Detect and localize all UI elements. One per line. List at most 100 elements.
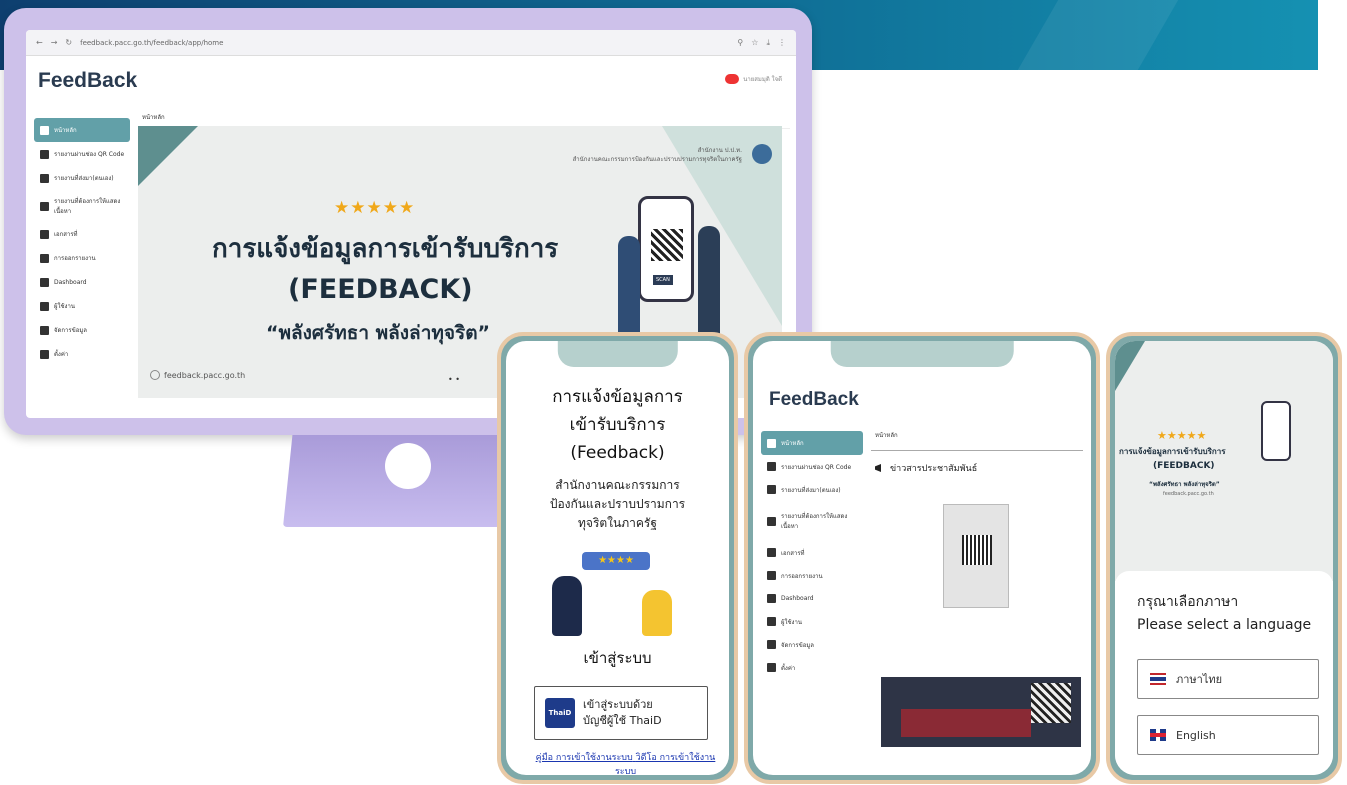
mini-hero-slogan: “พลังศรัทธา พลังล่าทุจริต” <box>1149 481 1220 488</box>
thaid-login-button[interactable]: ThaiD เข้าสู่ระบบด้วย บัญชีผู้ใช้ ThaiD <box>534 686 708 740</box>
main-content: หน้าหลัก ข่าวสารประชาสัมพันธ์ <box>871 427 1083 775</box>
phone-screen: การแจ้งข้อมูลการ เข้ารับบริการ (Feedback… <box>506 341 729 775</box>
sidebar: หน้าหลัก รายงานผ่านช่อง QR Code รายงานที… <box>34 118 130 366</box>
phone-screen: FeedBack หน้าหลัก รายงานผ่านช่อง QR Code… <box>753 341 1091 775</box>
zoom-icon[interactable]: ⚲ <box>737 38 743 47</box>
sidebar-item-label: หน้าหลัก <box>781 440 804 447</box>
notification-badge-icon[interactable] <box>725 74 740 84</box>
qr-icon <box>40 173 49 183</box>
sidebar-item-display-reports[interactable]: รายงานที่ต้องการให้แสดงเนื้อหา <box>761 501 863 541</box>
mini-hero-title: การแจ้งข้อมูลการเข้ารับบริการ <box>1119 447 1226 456</box>
sidebar-item-label: รายงานผ่านช่อง QR Code <box>781 463 852 471</box>
sidebar-item-label: รายงานที่ส่งมา(ตนเอง) <box>54 175 114 182</box>
monitor-logo-dot <box>385 443 431 489</box>
news-banner[interactable] <box>881 677 1081 747</box>
gear-icon <box>40 349 49 359</box>
english-language-button[interactable]: English <box>1137 715 1319 755</box>
thai-language-button[interactable]: ภาษาไทย <box>1137 659 1319 699</box>
sidebar-item-settings[interactable]: ตั้งค่า <box>34 342 130 366</box>
sidebar-item-data-management[interactable]: จัดการข้อมูล <box>761 633 863 656</box>
menu-kebab-icon[interactable]: ⋮ <box>778 38 786 47</box>
sidebar-item-label: Dashboard <box>54 278 87 286</box>
qr-icon <box>767 516 776 526</box>
dashboard-icon <box>767 594 776 603</box>
thaid-line: เข้าสู่ระบบด้วย <box>583 698 653 711</box>
hero-slogan: “พลังศรัทธา พลังล่าทุจริต” <box>266 322 491 344</box>
back-icon[interactable]: ← <box>36 38 43 47</box>
sidebar-item-label: รายงานที่ต้องการให้แสดงเนื้อหา <box>54 198 121 215</box>
bookmark-star-icon[interactable]: ☆ <box>751 38 758 47</box>
site-url: feedback.pacc.go.th <box>164 370 246 380</box>
app-logo[interactable]: FeedBack <box>38 69 137 93</box>
language-label: English <box>1176 728 1216 742</box>
sidebar-item-display-reports[interactable]: รายงานที่ต้องการให้แสดงเนื้อหา <box>34 190 130 222</box>
home-icon <box>40 125 49 135</box>
user-menu[interactable]: นายสมมุติ ใจดี <box>725 74 782 84</box>
hero-title: การแจ้งข้อมูลการเข้ารับบริการ <box>212 234 559 264</box>
sidebar-item-label: การออกรายงาน <box>781 572 823 580</box>
sidebar-item-my-reports[interactable]: รายงานที่ส่งมา(ตนเอง) <box>761 478 863 501</box>
user-name[interactable]: นายสมมุติ ใจดี <box>743 74 782 84</box>
reload-icon[interactable]: ↻ <box>65 38 72 47</box>
hero-site: feedback.pacc.go.th <box>150 370 245 380</box>
sidebar-item-home[interactable]: หน้าหลัก <box>761 431 863 455</box>
banner-strip <box>901 709 1031 737</box>
home-icon <box>767 438 776 448</box>
rating-stars-icon: ★★★★ <box>582 552 650 570</box>
sidebar-item-label: จัดการข้อมูล <box>54 327 87 334</box>
gear-icon <box>767 663 776 672</box>
manual-link[interactable]: คู่มือ การเข้าใช้งานระบบ <box>536 753 633 763</box>
sidebar-item-data-management[interactable]: จัดการข้อมูล <box>34 318 130 342</box>
sidebar-item-home[interactable]: หน้าหลัก <box>34 118 130 142</box>
decor-shape <box>1115 341 1145 391</box>
qr-icon <box>767 462 776 471</box>
sidebar-item-qr-report[interactable]: รายงานผ่านช่อง QR Code <box>34 142 130 166</box>
phone-screen: ★★★★★ การแจ้งข้อมูลการเข้ารับบริการ (FEE… <box>1115 341 1333 775</box>
sidebar-item-export-report[interactable]: การออกรายงาน <box>761 564 863 587</box>
sidebar-item-dashboard[interactable]: Dashboard <box>761 587 863 610</box>
sidebar-item-label: ตั้งค่า <box>54 351 69 358</box>
qr-code-icon <box>1031 683 1071 723</box>
hero-subtitle: (FEEDBACK) <box>288 274 473 305</box>
user-icon <box>40 301 49 311</box>
report-icon <box>40 253 49 263</box>
mini-hero: ★★★★★ การแจ้งข้อมูลการเข้ารับบริการ (FEE… <box>1115 341 1333 581</box>
database-icon <box>40 325 49 335</box>
sidebar-item-export-report[interactable]: การออกรายงาน <box>34 246 130 270</box>
sidebar-item-label: รายงานผ่านช่อง QR Code <box>54 151 125 158</box>
phone-language: ★★★★★ การแจ้งข้อมูลการเข้ารับบริการ (FEE… <box>1106 332 1342 784</box>
language-heading-th: กรุณาเลือกภาษา <box>1137 594 1239 610</box>
sidebar-item-dashboard[interactable]: Dashboard <box>34 270 130 294</box>
download-icon[interactable]: ⤓ <box>766 38 770 48</box>
carousel-dots[interactable]: • • <box>448 375 460 384</box>
scan-label: SCAN <box>653 275 673 285</box>
sidebar-item-label: รายงานที่ต้องการให้แสดงเนื้อหา <box>781 513 848 530</box>
forward-icon[interactable]: → <box>51 38 58 47</box>
address-bar[interactable]: feedback.pacc.go.th/feedback/app/home <box>80 39 729 47</box>
sidebar-item-documents[interactable]: เอกสารที่ <box>761 541 863 564</box>
breadcrumb: หน้าหลัก <box>871 427 1083 451</box>
sidebar-item-qr-report[interactable]: รายงานผ่านช่อง QR Code <box>761 455 863 478</box>
person-illustration <box>642 590 672 636</box>
phone-notch <box>830 341 1014 367</box>
sidebar-item-label: เอกสารที่ <box>781 549 805 557</box>
language-card: กรุณาเลือกภาษา Please select a language … <box>1115 571 1333 775</box>
sidebar-item-users[interactable]: ผู้ใช้งาน <box>761 610 863 633</box>
login-org: สำนักงานคณะกรรมการ ป้องกันและปราบปรามการ… <box>506 476 729 533</box>
document-icon <box>767 548 776 557</box>
sidebar-item-label: ผู้ใช้งาน <box>781 618 802 626</box>
title-line: เข้ารับบริการ <box>569 415 666 435</box>
news-poster[interactable] <box>943 504 1009 608</box>
thaid-label: เข้าสู่ระบบด้วย บัญชีผู้ใช้ ThaiD <box>583 697 662 729</box>
org-line: ทุจริตในภาครัฐ <box>578 516 657 530</box>
sidebar-item-my-reports[interactable]: รายงานที่ส่งมา(ตนเอง) <box>34 166 130 190</box>
app-logo[interactable]: FeedBack <box>769 389 859 411</box>
sidebar-item-documents[interactable]: เอกสารที่ <box>34 222 130 246</box>
phone-home: FeedBack หน้าหลัก รายงานผ่านช่อง QR Code… <box>744 332 1100 784</box>
marketing-composite: ← → ↻ feedback.pacc.go.th/feedback/app/h… <box>0 0 1347 785</box>
sidebar-item-settings[interactable]: ตั้งค่า <box>761 656 863 679</box>
app-header: FeedBack นายสมมุติ ใจดี <box>26 56 796 106</box>
qr-icon <box>40 201 49 211</box>
sidebar-item-users[interactable]: ผู้ใช้งาน <box>34 294 130 318</box>
database-icon <box>767 640 776 649</box>
